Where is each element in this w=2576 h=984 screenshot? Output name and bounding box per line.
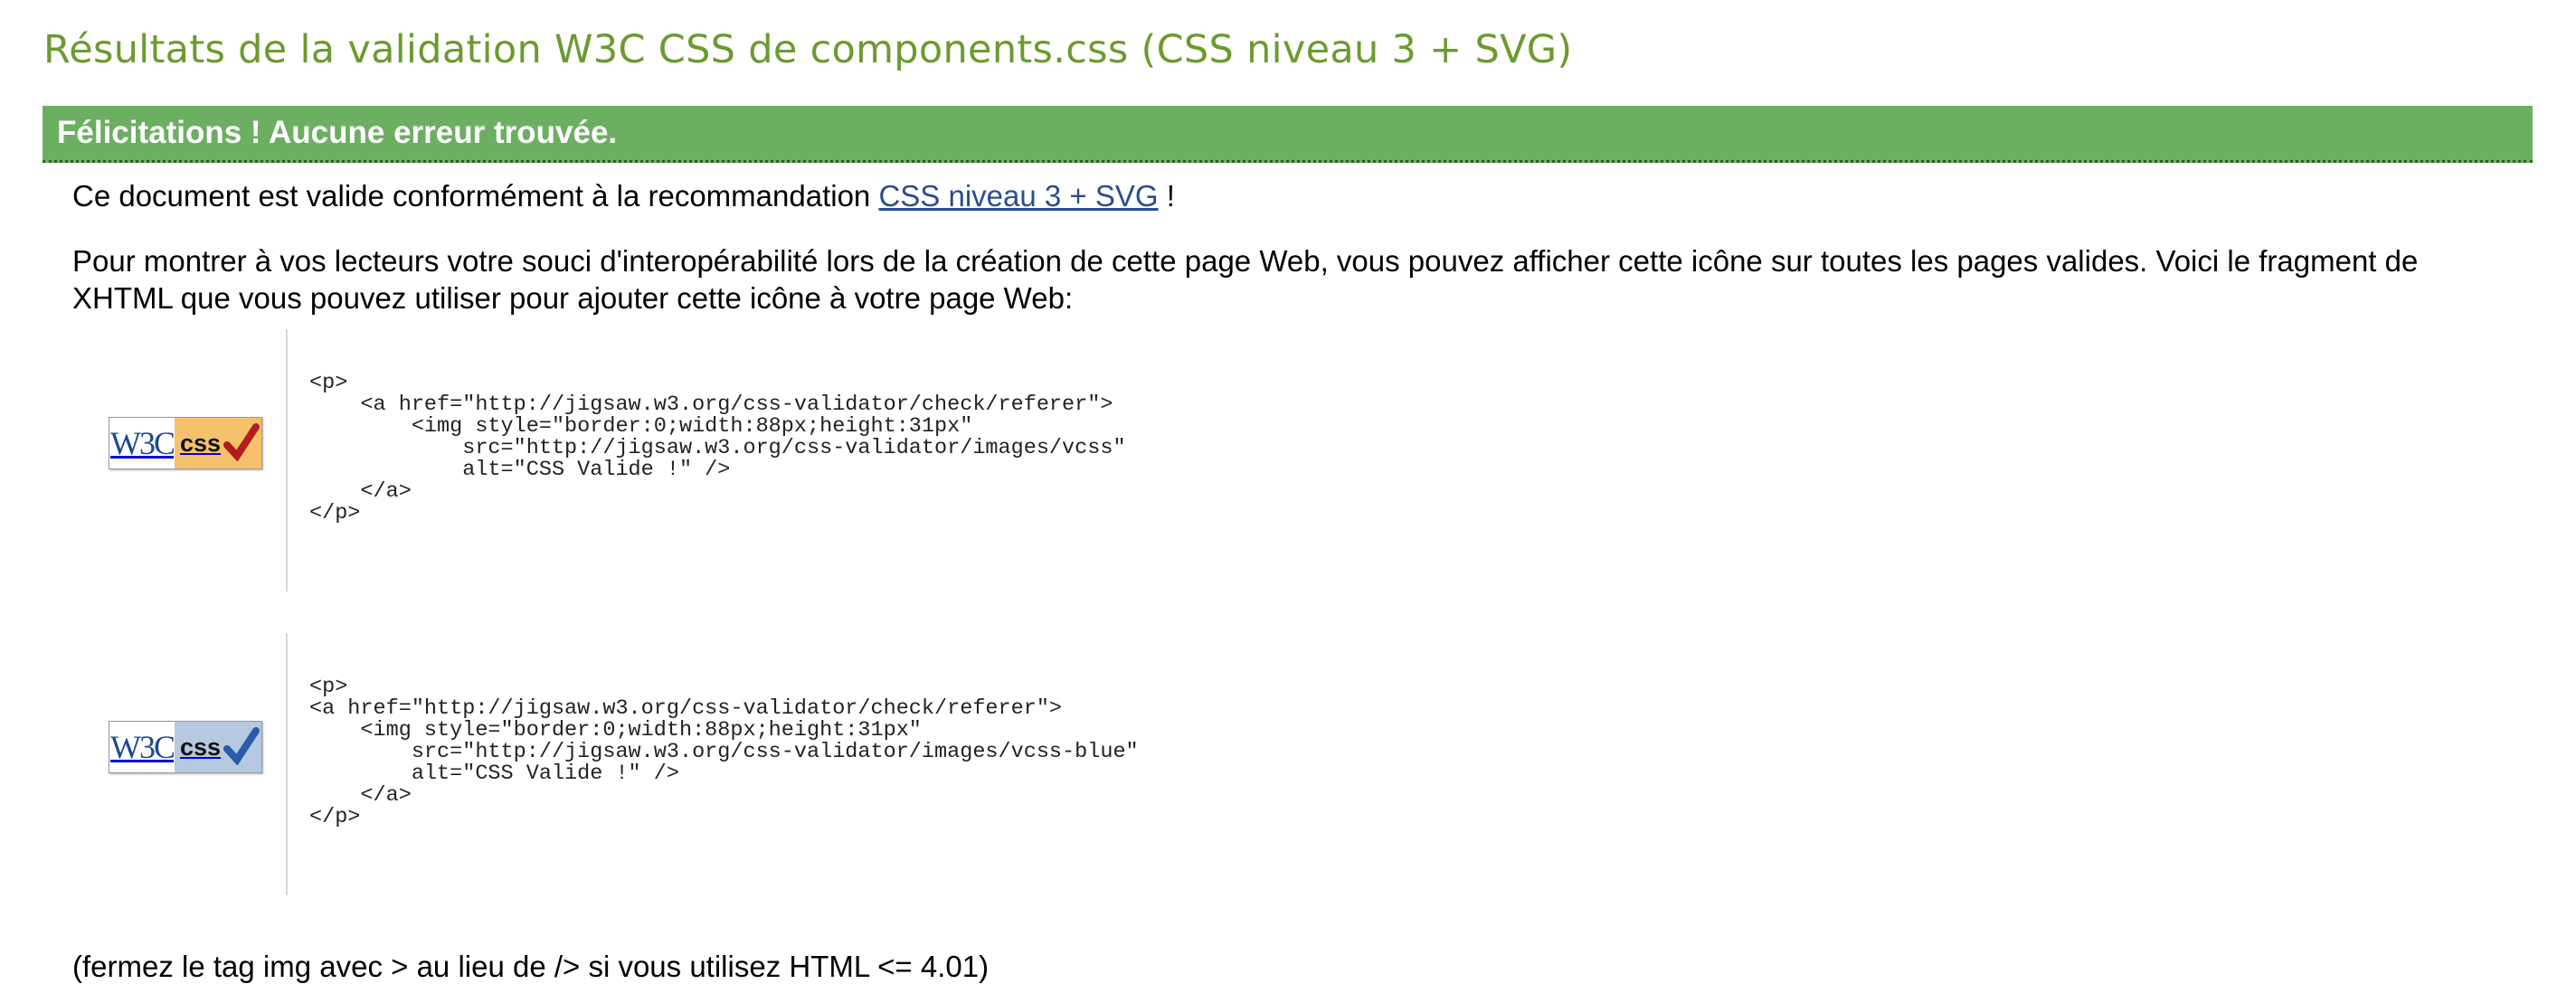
w3c-css-valid-gold-badge[interactable]: W3C css: [109, 417, 262, 469]
success-banner-text: Félicitations ! Aucune erreur trouvée.: [57, 115, 618, 150]
code-snippet-blue: <p> <a href="http://jigsaw.w3.org/css-va…: [286, 633, 1373, 895]
css-label: css: [175, 418, 261, 468]
footnote: (fermez le tag img avec > au lieu de /> …: [72, 950, 990, 983]
w3c-logo-icon: W3C: [109, 418, 175, 468]
valid-message: Ce document est valide conformément à la…: [72, 177, 2514, 214]
interop-message: Pour montrer à vos lecteurs votre souci …: [72, 244, 2419, 315]
code-snippet-gold: <p> <a href="http://jigsaw.w3.org/css-va…: [286, 329, 1373, 591]
css-level-link[interactable]: CSS niveau 3 + SVG: [878, 179, 1158, 213]
w3c-logo-icon: W3C: [109, 722, 175, 772]
checkmark-icon: [223, 727, 260, 765]
success-banner: Félicitations ! Aucune erreur trouvée.: [43, 106, 2533, 163]
css-label: css: [175, 722, 261, 772]
w3c-css-valid-blue-badge[interactable]: W3C css: [109, 721, 262, 773]
valid-message-suffix: !: [1166, 179, 1175, 213]
page-title: Résultats de la validation W3C CSS de co…: [43, 27, 1573, 72]
valid-message-prefix: Ce document est valide conformément à la…: [72, 179, 871, 213]
code-snippet-text: <p> <a href="http://jigsaw.w3.org/css-va…: [309, 675, 1139, 829]
css-label-text: css: [180, 733, 222, 761]
code-snippet-text: <p> <a href="http://jigsaw.w3.org/css-va…: [309, 371, 1126, 525]
css-label-text: css: [180, 429, 222, 457]
checkmark-icon: [223, 423, 260, 461]
